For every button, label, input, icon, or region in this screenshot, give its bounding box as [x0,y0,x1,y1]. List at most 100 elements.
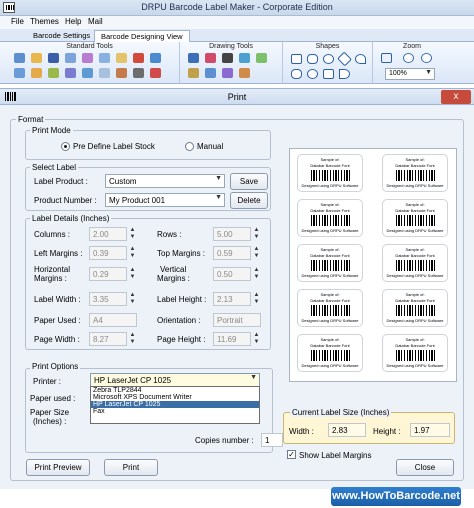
printer-option[interactable]: Fax [91,408,259,415]
arc-icon[interactable] [339,69,350,79]
star-icon[interactable] [355,54,366,64]
tab-barcode-designing-view[interactable]: Barcode Designing View [94,30,190,42]
fill-icon[interactable] [239,68,250,78]
copies-input[interactable]: 1 [261,433,283,447]
print-icon[interactable] [133,68,144,78]
radio-manual[interactable] [185,142,194,151]
save-button[interactable]: Save [230,173,268,190]
vertical-margins-input[interactable]: 0.50 [213,267,251,281]
left-margins-input[interactable]: 0.39 [89,246,127,260]
top-margins-spinner[interactable]: ▲ ▼ [252,246,261,260]
printer-option[interactable]: Microsoft XPS Document Writer [91,394,259,401]
folder-icon[interactable] [31,68,42,78]
printer-option[interactable]: HP LaserJet CP 1025 [91,401,259,408]
close-icon[interactable]: x [441,90,471,104]
rectangle-icon[interactable] [291,54,302,64]
table-icon[interactable] [82,68,93,78]
preview-label: Sample of: Databar Barcode Font Designed u… [382,154,448,192]
label-product-select[interactable]: Custom ▼ [105,174,225,188]
orientation-input[interactable]: Portrait [213,313,261,327]
barcode-icon[interactable] [222,53,233,63]
copy-icon[interactable] [99,53,110,63]
select-icon[interactable] [188,53,199,63]
diamond-icon[interactable] [337,51,352,67]
page-width-input[interactable]: 8.27 [89,332,127,346]
product-number-label: Product Number : [34,196,97,205]
columns-input[interactable]: 2.00 [89,227,127,241]
vertical-margins-label-2: Margins : [157,274,190,283]
horizontal-margins-input[interactable]: 0.29 [89,267,127,281]
zoom-value: 100% [389,70,407,77]
paper-used-input[interactable]: A4 [89,313,137,327]
preview-label: Sample of: Databar Barcode Font Designed u… [382,289,448,327]
product-number-select[interactable]: My Product 001 ▼ [105,193,225,207]
preview-line: Databar Barcode Font [310,163,350,168]
zoom-out-icon[interactable] [421,53,432,63]
close-button[interactable]: Close [396,459,454,476]
radio-predefine-stock[interactable] [61,142,70,151]
square-icon[interactable] [323,69,334,79]
library-icon[interactable] [222,68,233,78]
ellipse-icon[interactable] [323,54,334,64]
rows-spinner[interactable]: ▲ ▼ [252,227,261,241]
signature-icon[interactable] [188,68,199,78]
printer-select[interactable]: HP LaserJet CP 1025 ▼ [90,373,260,387]
delete-icon[interactable] [133,53,144,63]
watermark-icon[interactable] [205,68,216,78]
rounded-rectangle-icon[interactable] [307,54,318,64]
grid-icon[interactable] [65,68,76,78]
save-icon[interactable] [48,53,59,63]
zoom-select[interactable]: 100% ▼ [385,68,435,80]
page-height-input[interactable]: 11.69 [213,332,251,346]
printer-value: HP LaserJet CP 1025 [94,376,172,385]
tab-barcode-settings[interactable]: Barcode Settings [27,30,96,42]
export-icon[interactable] [82,53,93,63]
show-margins-checkbox[interactable]: ✓ [287,450,296,459]
print-preview-button[interactable]: Print Preview [26,459,90,476]
menu-file[interactable]: File [11,17,24,26]
delete-button[interactable]: Delete [230,192,268,209]
vertical-margins-label: Vertical [160,265,187,274]
line-icon[interactable] [256,53,267,63]
triangle-icon[interactable] [291,69,302,79]
horizontal-margins-spinner[interactable]: ▲ ▼ [128,267,137,281]
zoom-in-icon[interactable] [403,53,414,63]
columns-spinner[interactable]: ▲ ▼ [128,227,137,241]
batch-icon[interactable] [116,68,127,78]
save-as-icon[interactable] [65,53,76,63]
label-width-input[interactable]: 3.35 [89,292,127,306]
menu-themes[interactable]: Themes [30,17,59,26]
website-banner: www.HowToBarcode.net [331,487,461,506]
top-margins-input[interactable]: 0.59 [213,246,251,260]
printer-option[interactable]: Zebra TLP2844 [91,387,259,394]
label-height-input[interactable]: 2.13 [213,292,251,306]
barcode-image [311,170,351,181]
text-icon[interactable] [205,53,216,63]
image-icon[interactable] [48,68,59,78]
page-height-spinner[interactable]: ▲ ▼ [252,332,261,346]
horizontal-margins-label: Horizontal [34,265,71,274]
barcode-image [396,260,436,271]
label-width-spinner[interactable]: ▲ ▼ [128,292,137,306]
print-button[interactable]: Print [104,459,158,476]
paste-icon[interactable] [116,53,127,63]
rows-input[interactable]: 5.00 [213,227,251,241]
barcode-image [396,170,436,181]
new-icon[interactable] [14,53,25,63]
picture-icon[interactable] [239,53,250,63]
circle-icon[interactable] [307,69,318,79]
menu-help[interactable]: Help [65,17,81,26]
page-width-spinner[interactable]: ▲ ▼ [128,332,137,346]
fit-page-icon[interactable] [381,53,392,63]
left-margins-spinner[interactable]: ▲ ▼ [128,246,137,260]
list-icon[interactable] [99,68,110,78]
exit-icon[interactable] [150,68,161,78]
vertical-margins-spinner[interactable]: ▲ ▼ [252,267,261,281]
menu-mail[interactable]: Mail [88,17,103,26]
preview-label: Sample of: Databar Barcode Font Designed u… [297,334,363,372]
template-icon[interactable] [14,68,25,78]
label-height-spinner[interactable]: ▲ ▼ [252,292,261,306]
preview-line: Databar Barcode Font [310,208,350,213]
open-icon[interactable] [31,53,42,63]
email-icon[interactable] [150,53,161,63]
